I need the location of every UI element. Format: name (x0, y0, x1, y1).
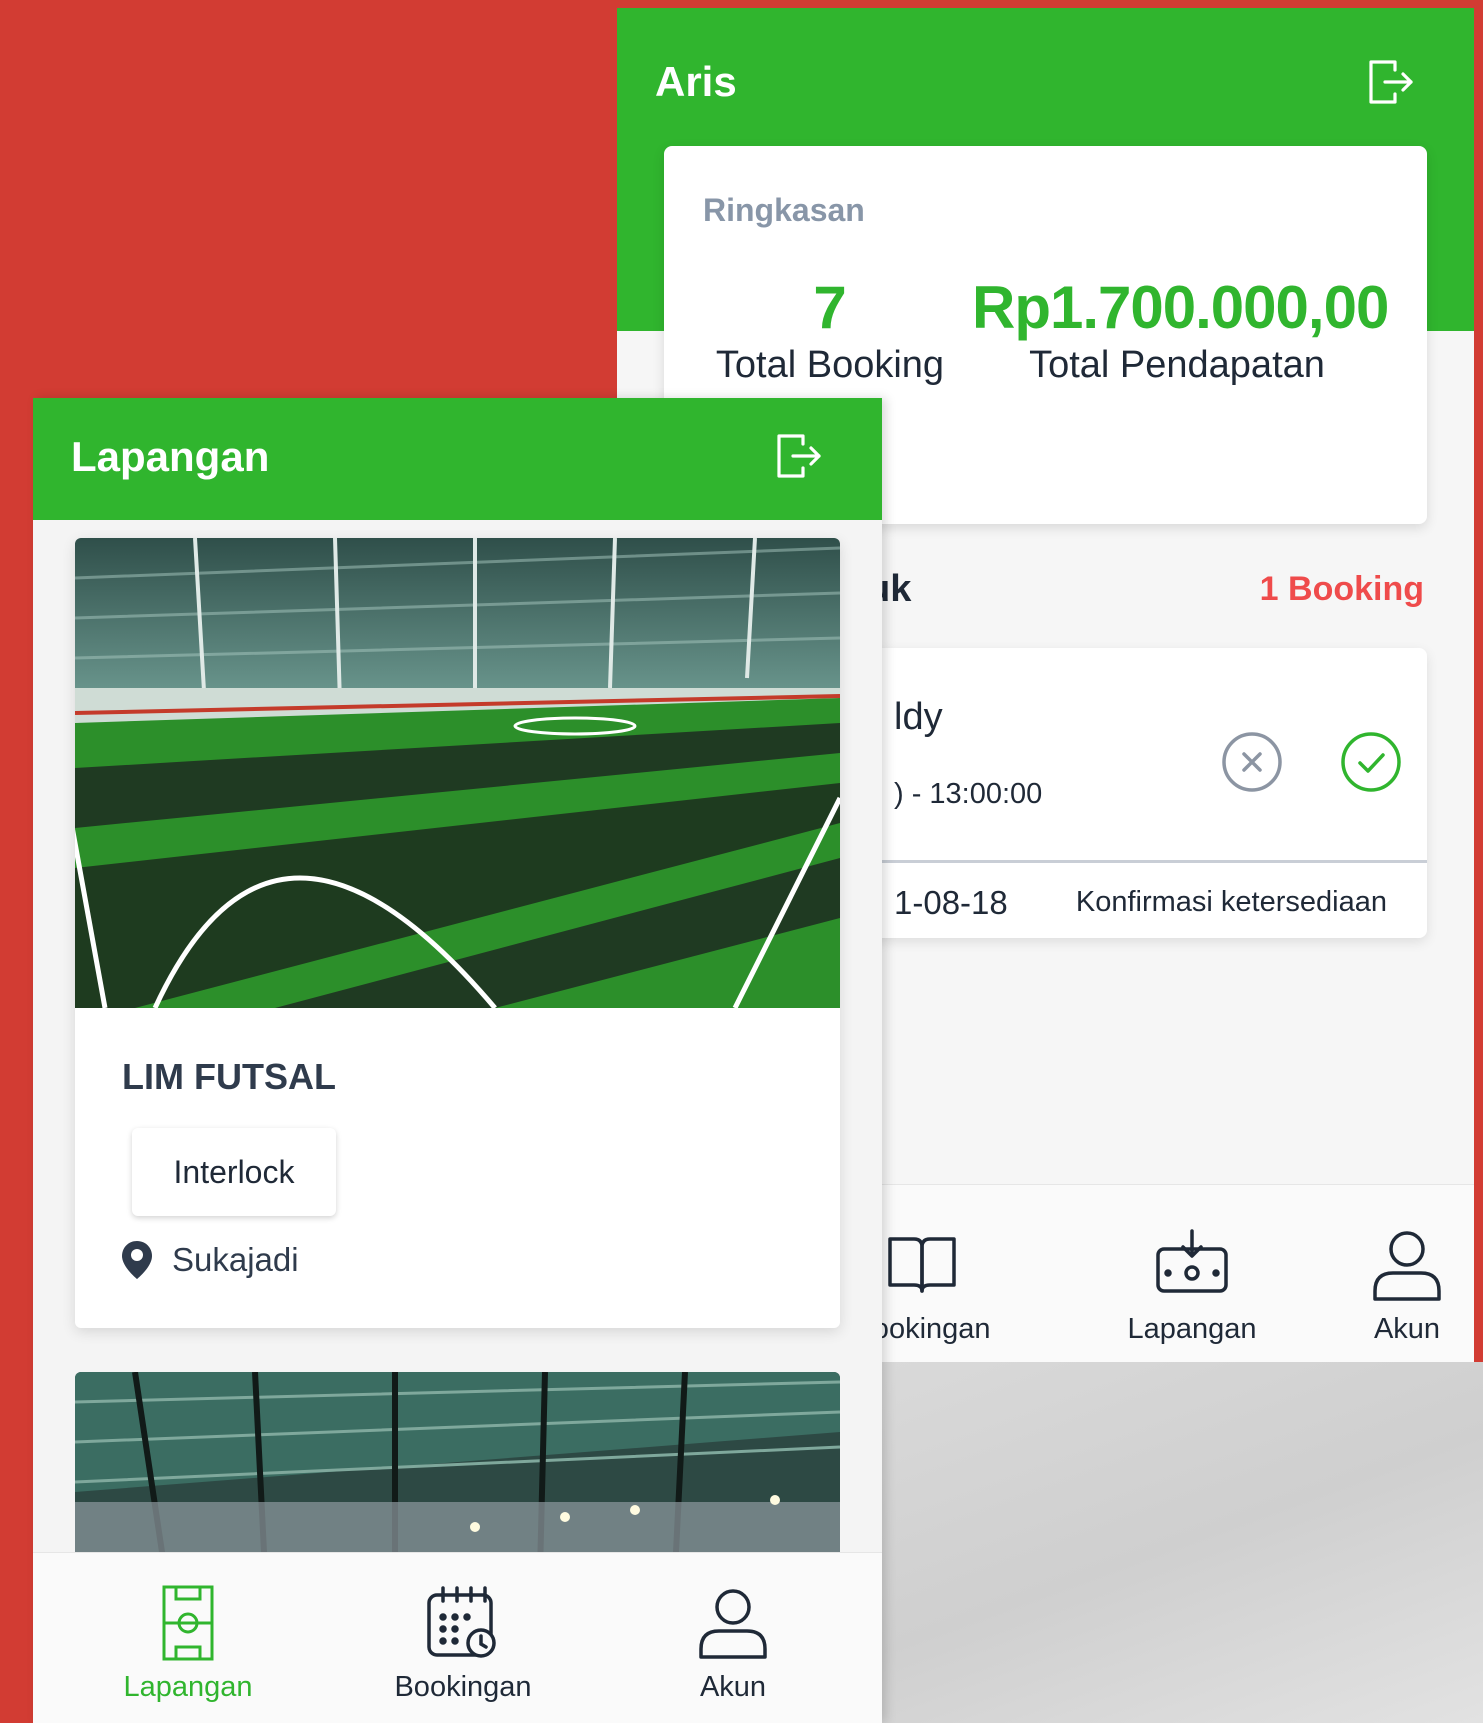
nav-item-akun[interactable]: Akun (1287, 1225, 1474, 1346)
total-income-value: Rp1.700.000,00 (972, 274, 1389, 341)
field-card[interactable]: LIM FUTSAL Interlock Sukajadi (75, 538, 840, 1328)
accept-circle-icon (1341, 732, 1401, 792)
field-list-header: Lapangan (33, 398, 882, 520)
field-list-bottom-nav: Lapangan Bookingan Akun (33, 1552, 882, 1723)
booking-customer-name: ldy (894, 696, 943, 738)
reject-booking-button[interactable] (1220, 730, 1284, 794)
logout-icon[interactable] (773, 430, 825, 482)
background-gray-area (882, 1362, 1483, 1723)
summary-label: Ringkasan (703, 192, 865, 228)
nav-item-lapangan[interactable]: Lapangan (1072, 1225, 1312, 1346)
incoming-count-badge[interactable]: 1 Booking (1260, 570, 1424, 609)
field-photo-partial (75, 1372, 840, 1572)
field-photo (75, 538, 840, 1008)
nav-label-lapangan: Lapangan (123, 1671, 253, 1703)
book-icon (882, 1225, 962, 1305)
reject-circle-icon (1222, 732, 1282, 792)
nav-label-akun: Akun (1373, 1313, 1441, 1345)
total-booking-label: Total Booking (715, 344, 945, 386)
nav-label-lapangan: Lapangan (1127, 1313, 1257, 1345)
field-type-chip: Interlock (132, 1128, 336, 1216)
user-icon (693, 1583, 773, 1663)
field-download-icon (1152, 1225, 1232, 1305)
user-icon (1367, 1225, 1447, 1305)
total-booking-stat: 7 Total Booking (710, 274, 950, 387)
booking-time: ) - 13:00:00 (894, 778, 1043, 810)
accept-booking-button[interactable] (1339, 730, 1403, 794)
nav-item-akun[interactable]: Akun (653, 1583, 813, 1704)
total-booking-value: 7 (813, 274, 847, 341)
soccer-field-icon (148, 1583, 228, 1663)
field-name: LIM FUTSAL (122, 1056, 336, 1097)
location-pin-icon (120, 1239, 154, 1281)
booking-status: Konfirmasi ketersediaan (1075, 886, 1387, 918)
field-card-partial[interactable] (75, 1372, 840, 1572)
calendar-clock-icon (423, 1583, 503, 1663)
field-list-title: Lapangan (71, 433, 270, 480)
total-income-stat: Rp1.700.000,00 Total Pendapatan (972, 274, 1389, 387)
field-location: Sukajadi (120, 1238, 299, 1282)
total-income-label: Total Pendapatan (1029, 344, 1325, 386)
field-location-text: Sukajadi (172, 1241, 299, 1278)
logout-icon[interactable] (1365, 56, 1417, 108)
nav-item-bookingan[interactable]: Bookingan (363, 1583, 563, 1704)
dashboard-title: Aris (655, 58, 737, 105)
nav-label-akun: Akun (699, 1671, 767, 1703)
booking-date: 1-08-18 (894, 884, 1008, 921)
nav-item-lapangan-active[interactable]: Lapangan (88, 1583, 288, 1704)
field-list-screen: Lapangan LIM FUTSAL Interlock Sukajadi L… (33, 398, 882, 1723)
nav-label-bookingan: Bookingan (394, 1671, 532, 1703)
